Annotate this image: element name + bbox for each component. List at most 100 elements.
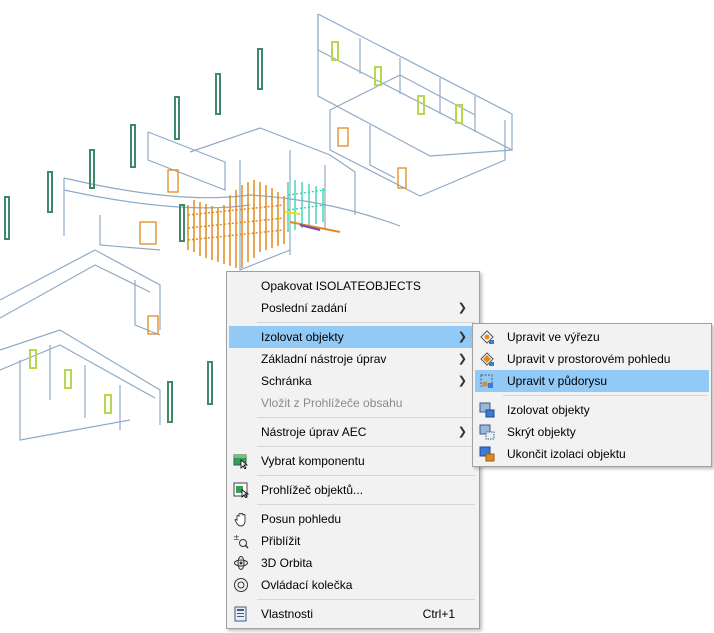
end-isolation-icon (479, 446, 495, 462)
submenu-item-edit-in-elevation[interactable]: Upravit v prostorovém pohledu (475, 348, 709, 370)
wall-outline (317, 13, 513, 151)
menu-separator (257, 446, 475, 447)
menu-item-basic-modify-tools[interactable]: Základní nástroje úprav ❯ (229, 348, 477, 370)
menu-item-label: Nástroje úprav AEC (261, 425, 367, 439)
menu-item-properties[interactable]: Vlastnosti Ctrl+1 (229, 603, 477, 625)
menu-item-label: Schránka (261, 374, 312, 388)
menu-item-steering-wheels[interactable]: Ovládací kolečka (229, 574, 477, 596)
lime-window (29, 349, 37, 369)
menu-separator (257, 417, 475, 418)
chevron-right-icon: ❯ (457, 302, 467, 314)
window-element (215, 73, 221, 115)
edit-in-plan-icon (480, 374, 493, 388)
menu-item-label: 3D Orbita (261, 556, 313, 570)
zoom-magnifier-icon: ± (233, 533, 249, 549)
window-element (207, 361, 213, 405)
menu-item-clipboard[interactable]: Schránka ❯ (229, 370, 477, 392)
steering-wheel-icon (234, 578, 248, 592)
chevron-right-icon: ❯ (457, 353, 467, 365)
menu-item-label: Opakovat ISOLATEOBJECTS (261, 279, 421, 293)
menu-item-zoom[interactable]: ± Přiblížit (229, 530, 477, 552)
menu-item-orbit-3d[interactable]: 3D Orbita (229, 552, 477, 574)
menu-item-object-viewer[interactable]: Prohlížeč objektů... (229, 479, 477, 501)
chevron-right-icon: ❯ (457, 331, 467, 343)
menu-item-aec-modify-tools[interactable]: Nástroje úprav AEC ❯ (229, 421, 477, 443)
hide-objects-icon (479, 424, 495, 440)
wall-outline (99, 215, 161, 251)
menu-item-label: Izolovat objekty (507, 403, 590, 417)
menu-item-isolate-objects[interactable]: Izolovat objekty ❯ (229, 326, 477, 348)
menu-item-label: Přiblížit (261, 534, 301, 548)
curved-wall (63, 177, 401, 227)
menu-item-label: Ovládací kolečka (261, 578, 353, 592)
shortcut-label: Ctrl+1 (422, 607, 455, 621)
context-menu: Opakovat ISOLATEOBJECTS Poslední zadání … (226, 271, 480, 629)
menu-item-label: Upravit ve výřezu (507, 330, 600, 344)
selected-objects-cluster (187, 180, 341, 268)
window-element (89, 149, 95, 189)
menu-separator (257, 599, 475, 600)
door-element (337, 127, 349, 147)
hand-pan-icon (234, 513, 246, 527)
wall-outline (329, 74, 476, 116)
lime-window (374, 66, 382, 86)
edit-in-section-icon (480, 330, 494, 344)
menu-item-label: Vlastnosti (261, 607, 314, 621)
chevron-right-icon: ❯ (457, 375, 467, 387)
menu-item-recent-input[interactable]: Poslední zadání ❯ (229, 297, 477, 319)
window-element (4, 196, 10, 240)
menu-item-label: Izolovat objekty (261, 330, 344, 344)
select-component-icon (233, 454, 249, 469)
lime-window (455, 104, 463, 124)
wall-outline (369, 125, 396, 179)
menu-item-label: Posun pohledu (261, 512, 342, 526)
wall-outline (147, 131, 226, 191)
menu-item-label: Základní nástroje úprav (261, 352, 387, 366)
edit-in-elevation-icon (480, 352, 494, 366)
submenu-item-isolate-objects[interactable]: Izolovat objekty (475, 399, 709, 421)
window-element (179, 204, 185, 242)
window-element (167, 381, 173, 423)
door-element (167, 169, 179, 193)
lime-window (64, 369, 72, 389)
wall-outline (0, 344, 156, 399)
isolate-objects-icon (479, 402, 495, 418)
menu-item-paste-from-content-browser: Vložit z Prohlížeče obsahu (229, 392, 477, 414)
object-viewer-icon (233, 482, 249, 498)
wall-outline (0, 249, 161, 330)
submenu-item-edit-in-section[interactable]: Upravit ve výřezu (475, 326, 709, 348)
svg-text:±: ± (233, 533, 240, 542)
menu-item-select-component[interactable]: Vybrat komponentu (229, 450, 477, 472)
orbit-3d-icon (234, 556, 248, 570)
menu-separator (257, 504, 475, 505)
submenu-item-end-object-isolation[interactable]: Ukončit izolaci objektu (475, 443, 709, 465)
window-element (174, 96, 180, 140)
menu-separator (503, 395, 707, 396)
menu-item-label: Prohlížeč objektů... (261, 483, 364, 497)
wall-outline (0, 329, 161, 425)
window-element (130, 124, 136, 168)
menu-item-label: Poslední zadání (261, 301, 348, 315)
menu-item-label: Ukončit izolaci objektu (507, 447, 626, 461)
lime-window (104, 394, 112, 414)
lime-window (331, 41, 339, 61)
menu-item-label: Upravit v prostorovém pohledu (507, 352, 671, 366)
window-element (257, 48, 263, 90)
menu-item-repeat-isolate[interactable]: Opakovat ISOLATEOBJECTS (229, 275, 477, 297)
submenu-item-edit-in-plan[interactable]: Upravit v půdorysu (475, 370, 709, 392)
lime-window (417, 95, 425, 115)
door-element (139, 221, 157, 245)
isolate-objects-submenu: Upravit ve výřezu Upravit v prostorovém … (472, 323, 712, 467)
wall-outline (19, 360, 131, 441)
window-element (47, 171, 53, 213)
curved-wall (63, 189, 251, 209)
chevron-right-icon: ❯ (457, 426, 467, 438)
menu-item-pan[interactable]: Posun pohledu (229, 508, 477, 530)
menu-item-label: Vložit z Prohlížeče obsahu (261, 396, 403, 410)
menu-item-label: Upravit v půdorysu (507, 374, 608, 388)
properties-icon (234, 606, 247, 622)
menu-item-label: Vybrat komponentu (261, 454, 365, 468)
wall-outline (0, 264, 151, 319)
submenu-item-hide-objects[interactable]: Skrýt objekty (475, 421, 709, 443)
menu-separator (257, 322, 475, 323)
